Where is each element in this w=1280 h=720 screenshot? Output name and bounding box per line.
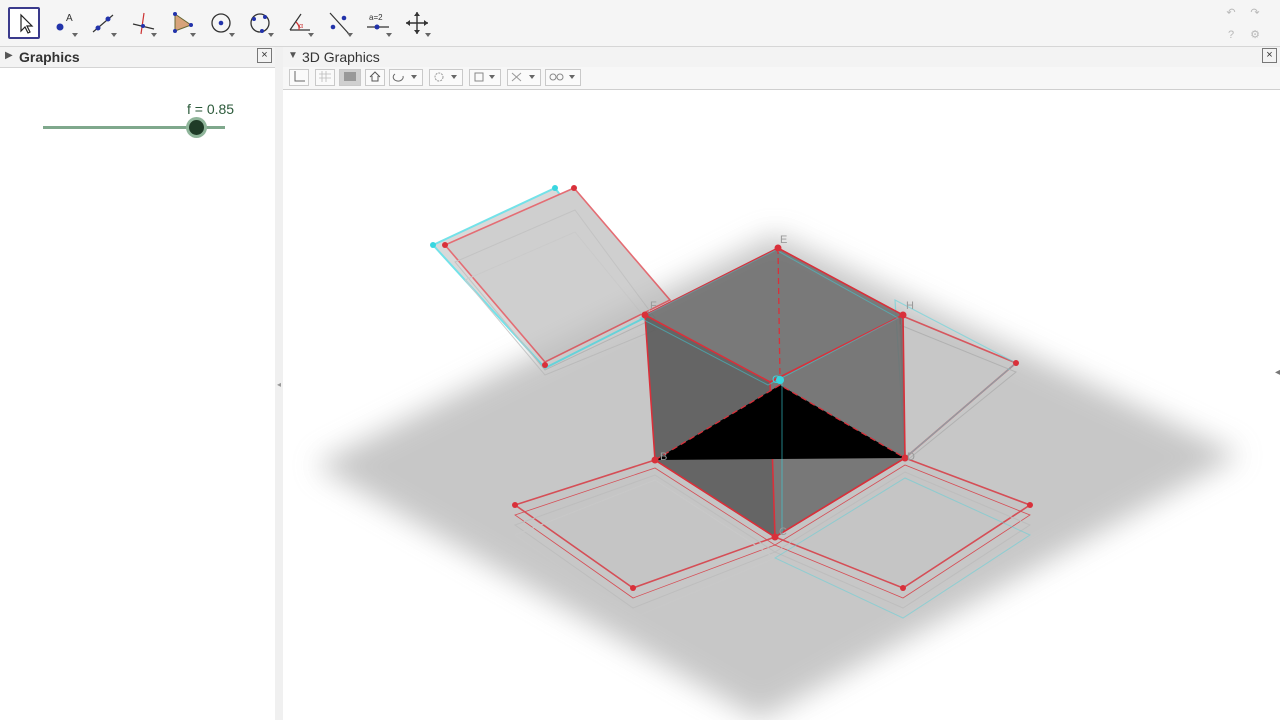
help-icon[interactable]: ? — [1224, 28, 1238, 42]
svg-text:A: A — [66, 13, 73, 24]
line-tool-button[interactable] — [87, 7, 119, 39]
rotate-view-button[interactable] — [389, 69, 423, 86]
slider-tool-button[interactable]: a=2 — [362, 7, 394, 39]
close-graphics3d-panel-button[interactable]: × — [1262, 48, 1277, 63]
label-H: H — [906, 300, 914, 312]
animate-rotation-icon — [434, 72, 457, 82]
point-tool-button[interactable]: A — [48, 7, 80, 39]
label-B: B — [660, 451, 667, 463]
label-C: C — [779, 526, 787, 538]
rotate-view-icon — [392, 73, 417, 82]
axes-icon — [294, 71, 305, 82]
redo-icon[interactable]: ↷ — [1248, 6, 1262, 20]
reflect-tool-button[interactable] — [323, 7, 355, 39]
projection-button[interactable] — [545, 69, 581, 86]
circle-three-points-tool-button[interactable] — [244, 7, 276, 39]
home-icon — [369, 71, 381, 82]
label-F: F — [650, 300, 657, 312]
panel-splitter[interactable]: ◂ — [275, 47, 283, 720]
expand-triangle-icon[interactable]: ▶ — [5, 50, 13, 61]
label-G: G — [772, 374, 781, 386]
point-H[interactable] — [899, 311, 907, 319]
close-graphics-panel-button[interactable]: × — [257, 48, 272, 63]
point-B[interactable] — [651, 456, 659, 464]
animation-button[interactable] — [429, 69, 463, 86]
graphics-panel: ▶ Graphics × f = 0.85 — [0, 47, 276, 720]
glasses-projection-icon — [549, 73, 575, 81]
graphics-panel-title: Graphics — [19, 49, 80, 65]
main-toolbar: A α a=2 ↶ ↷ ? ⚙ — [0, 0, 1280, 47]
label-E: E — [780, 234, 787, 246]
slider-f-knob[interactable] — [189, 120, 204, 135]
graphics3d-panel-title: 3D Graphics — [302, 49, 380, 65]
point-C[interactable] — [771, 533, 779, 541]
graphics-panel-header: ▶ Graphics × — [0, 47, 275, 68]
cursor-arrow-icon — [20, 13, 34, 34]
angle-tool-button[interactable]: α — [284, 7, 316, 39]
side-panel-toggle-icon[interactable]: ◂ — [1275, 367, 1280, 378]
slider-f-label: f = 0.85 — [187, 101, 235, 117]
clipping-button[interactable] — [507, 69, 541, 86]
undo-icon[interactable]: ↶ — [1224, 6, 1238, 20]
graphics3d-panel-header: ▼ 3D Graphics × — [283, 47, 1280, 68]
grid-icon — [319, 71, 331, 82]
graphics3d-style-bar — [283, 67, 1280, 90]
standard-view-button[interactable] — [365, 69, 385, 86]
plane-icon — [344, 72, 356, 81]
polygon-tool-button[interactable] — [166, 7, 198, 39]
grid-toggle-button[interactable] — [315, 69, 335, 86]
clipping-box-icon — [511, 72, 535, 82]
svg-text:α: α — [299, 23, 303, 30]
settings-gear-icon[interactable]: ⚙ — [1248, 28, 1262, 42]
axes-toggle-button[interactable] — [289, 69, 309, 86]
view-direction-button[interactable] — [469, 69, 501, 86]
point-F[interactable] — [641, 311, 649, 319]
plane-toggle-button[interactable] — [339, 69, 361, 86]
perpendicular-line-tool-button[interactable] — [127, 7, 159, 39]
move-graphics-view-tool-button[interactable] — [401, 7, 433, 39]
graphics3d-canvas[interactable]: E F H G B C D — [283, 90, 1280, 720]
splitter-grip-icon[interactable]: ◂ — [277, 380, 281, 389]
circle-tool-button[interactable] — [205, 7, 237, 39]
label-D: D — [907, 451, 915, 463]
svg-text:a=2: a=2 — [369, 13, 383, 22]
move-tool-button[interactable] — [8, 7, 40, 39]
cube-view-icon — [474, 72, 495, 82]
graphics3d-panel: ▼ 3D Graphics × E F H G B C D ◂ — [283, 47, 1280, 720]
collapse-triangle-icon[interactable]: ▼ — [288, 50, 298, 61]
